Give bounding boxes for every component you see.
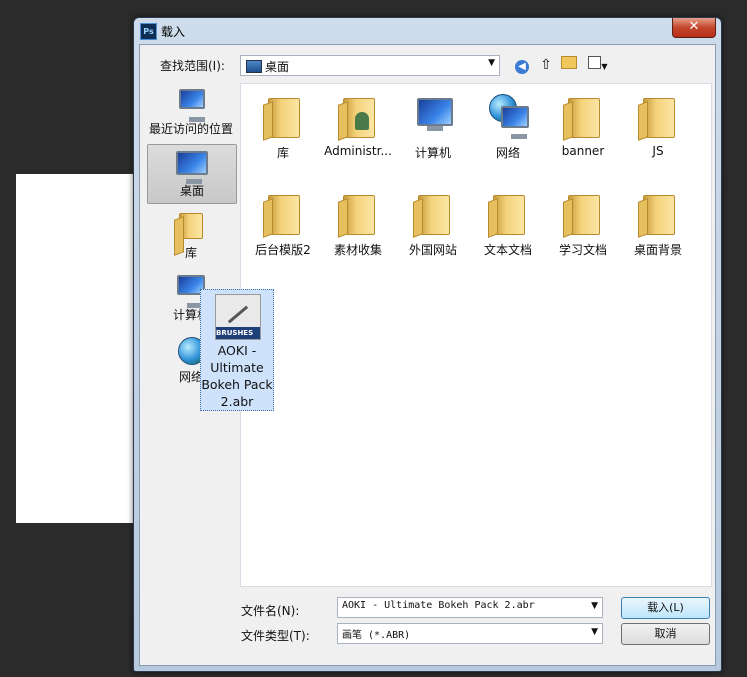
photoshop-app-icon: Ps xyxy=(140,23,157,40)
filename-label: 文件名(N): xyxy=(241,604,300,618)
place-label: 桌面 xyxy=(179,184,204,198)
file-item-administrator[interactable]: Administr... xyxy=(321,90,395,158)
filetype-combo[interactable]: 画笔 (*.ABR) ▼ xyxy=(337,623,603,644)
place-label: 库 xyxy=(184,246,197,260)
close-button[interactable]: ✕ xyxy=(672,18,716,38)
folder-icon xyxy=(633,187,683,237)
filetype-label: 文件类型(T): xyxy=(241,629,310,643)
look-in-label: 查找范围(I): xyxy=(160,59,225,73)
file-item-wallpapers[interactable]: 桌面背景 xyxy=(621,187,695,258)
brushes-badge: BRUSHES xyxy=(216,327,260,339)
file-label: JS xyxy=(652,144,664,158)
file-list[interactable]: 库 Administr... 计算机 网络 banner JS 后台模版2 素材… xyxy=(240,83,712,587)
file-label: 计算机 xyxy=(414,146,451,160)
file-item-study-docs[interactable]: 学习文档 xyxy=(546,187,620,258)
library-icon xyxy=(175,213,207,239)
place-desktop[interactable]: 桌面 xyxy=(147,144,237,204)
filename-combo[interactable]: AOKI - Ultimate Bokeh Pack 2.abr ▼ xyxy=(337,597,603,618)
folder-icon xyxy=(558,187,608,237)
back-icon[interactable]: ◀ xyxy=(513,56,531,74)
dialog-client-area: 查找范围(I): 桌面 ▼ ◀ ⇧ ▼ 最近访问的位置 桌面 库 计算机 网络 … xyxy=(139,44,716,666)
file-label: 桌面背景 xyxy=(633,243,682,257)
load-button[interactable]: 载入(L) xyxy=(621,597,710,619)
file-item-js[interactable]: JS xyxy=(621,90,695,158)
file-item-computer[interactable]: 计算机 xyxy=(396,90,470,161)
file-label: 学习文档 xyxy=(558,243,607,257)
file-label: Administr... xyxy=(324,144,392,158)
file-label: 网络 xyxy=(495,146,520,160)
file-item-materials[interactable]: 素材收集 xyxy=(321,187,395,258)
recent-places-icon xyxy=(175,89,207,122)
chevron-down-icon: ▼ xyxy=(591,627,598,637)
chevron-down-icon: ▼ xyxy=(488,58,495,68)
file-item-foreign-sites[interactable]: 外国网站 xyxy=(396,187,470,258)
folder-icon xyxy=(408,187,458,237)
dialog-title: 载入 xyxy=(161,25,186,39)
brush-file-icon: BRUSHES xyxy=(215,294,261,340)
network-icon xyxy=(483,90,533,140)
file-label: 后台模版2 xyxy=(255,243,311,257)
library-icon xyxy=(258,90,308,140)
selected-file-brush[interactable]: BRUSHES AOKI - Ultimate Bokeh Pack 2.abr xyxy=(200,289,274,411)
background-document-canvas xyxy=(16,174,138,523)
folder-icon xyxy=(333,187,383,237)
file-label: 素材收集 xyxy=(333,243,382,257)
user-folder-icon xyxy=(333,90,383,140)
computer-icon xyxy=(408,90,458,140)
folder-icon xyxy=(633,90,683,140)
file-label: 外国网站 xyxy=(408,243,457,257)
file-label: 文本文档 xyxy=(483,243,532,257)
place-recent[interactable]: 最近访问的位置 xyxy=(147,83,235,141)
file-label: banner xyxy=(561,144,605,158)
file-item-network[interactable]: 网络 xyxy=(471,90,545,161)
file-label: 库 xyxy=(276,146,289,160)
load-dialog: Ps 载入 ✕ 查找范围(I): 桌面 ▼ ◀ ⇧ ▼ 最近访问的位置 桌面 库 xyxy=(133,17,722,672)
filetype-value: 画笔 (*.ABR) xyxy=(342,630,411,641)
folder-icon xyxy=(483,187,533,237)
up-folder-icon[interactable]: ⇧ xyxy=(537,56,555,74)
chevron-down-icon: ▼ xyxy=(591,601,598,611)
desktop-icon xyxy=(176,151,208,184)
look-in-value: 桌面 xyxy=(265,60,290,74)
file-item-admin-template[interactable]: 后台模版2 xyxy=(246,187,320,258)
file-item-banner[interactable]: banner xyxy=(546,90,620,158)
title-bar[interactable]: Ps 载入 ✕ xyxy=(134,18,721,44)
desktop-icon xyxy=(246,60,262,73)
file-item-text-docs[interactable]: 文本文档 xyxy=(471,187,545,258)
folder-icon xyxy=(558,90,608,140)
file-item-library[interactable]: 库 xyxy=(246,90,320,161)
place-library[interactable]: 库 xyxy=(147,207,235,265)
folder-icon xyxy=(258,187,308,237)
new-folder-icon[interactable] xyxy=(560,56,578,74)
selected-file-label: AOKI - Ultimate Bokeh Pack 2.abr xyxy=(201,343,273,409)
view-menu-icon[interactable]: ▼ xyxy=(584,56,612,74)
look-in-dropdown[interactable]: 桌面 ▼ xyxy=(240,55,500,76)
filename-value: AOKI - Ultimate Bokeh Pack 2.abr xyxy=(342,600,535,611)
cancel-button[interactable]: 取消 xyxy=(621,623,710,645)
place-label: 最近访问的位置 xyxy=(148,122,233,136)
